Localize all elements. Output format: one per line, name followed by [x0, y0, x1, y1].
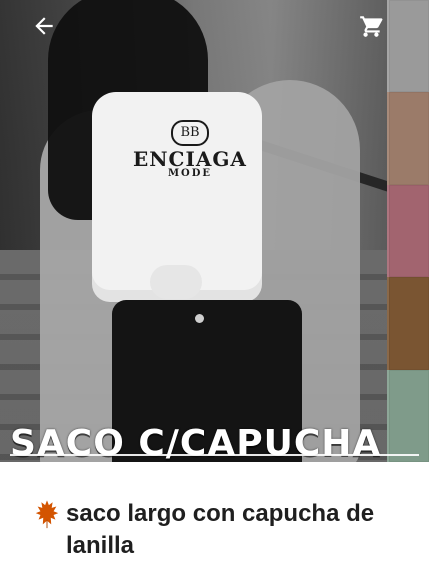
pants-button: [195, 314, 204, 323]
maple-leaf-stem: [46, 519, 48, 529]
back-button[interactable]: [26, 8, 62, 44]
arrow-left-icon: [35, 17, 53, 35]
product-title-row: saco largo con capucha de lanilla: [32, 498, 417, 562]
shopping-cart-icon: [360, 16, 383, 37]
shirt-knot: [150, 265, 202, 299]
swatch-brown: [387, 277, 429, 370]
swatch-gray: [387, 0, 429, 93]
color-swatches: [387, 0, 429, 462]
product-title: saco largo con capucha de lanilla: [66, 500, 375, 559]
banner-strike-line: [10, 454, 419, 456]
shirt-print-word: ENCIAGA: [133, 147, 247, 171]
product-banner-text: SACO C/CAPUCHA: [10, 423, 382, 462]
swatch-taupe: [387, 92, 429, 185]
product-hero: BB ENCIAGA MODE SACO C/CAPUCHA: [0, 0, 429, 462]
product-photo: BB ENCIAGA MODE: [0, 0, 387, 462]
swatch-rose: [387, 184, 429, 278]
maple-leaf-icon: [35, 500, 59, 529]
cart-button[interactable]: [353, 8, 389, 44]
shirt-print-logo: BB: [171, 120, 209, 146]
shirt-print: BB ENCIAGA MODE: [120, 120, 260, 179]
